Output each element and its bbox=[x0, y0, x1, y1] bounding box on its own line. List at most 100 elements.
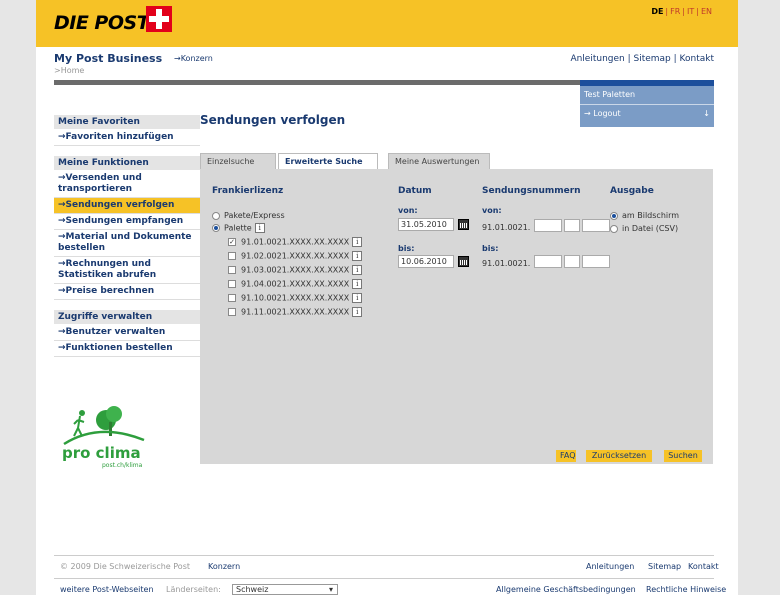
lang-it[interactable]: IT bbox=[687, 7, 694, 16]
reset-button[interactable]: Zurücksetzen bbox=[586, 450, 652, 462]
lang-fr[interactable]: FR bbox=[670, 7, 680, 16]
licence-checkbox[interactable] bbox=[228, 308, 236, 316]
link-kontakt[interactable]: Kontakt bbox=[680, 54, 714, 64]
nr-to-prefix: 91.01.0021. bbox=[482, 259, 531, 268]
nr-from-input-2[interactable] bbox=[564, 219, 580, 232]
licence-row[interactable]: 91.10.0021.XXXX.XX.XXXX i bbox=[228, 293, 363, 303]
sidebar-item-sendungen-verfolgen[interactable]: →Sendungen verfolgen bbox=[54, 198, 200, 214]
brand-title[interactable]: My Post Business bbox=[54, 52, 162, 65]
footer-konzern[interactable]: Konzern bbox=[208, 562, 240, 571]
swiss-cross-logo-icon bbox=[146, 6, 172, 32]
tab-erweiterte-suche[interactable]: Erweiterte Suche bbox=[278, 153, 378, 170]
radio-pakete[interactable] bbox=[212, 211, 220, 220]
licence-checkbox[interactable] bbox=[228, 266, 236, 274]
date-from-input[interactable]: 31.05.2010 bbox=[398, 218, 454, 231]
licence-row[interactable]: 91.04.0021.XXXX.XX.XXXX i bbox=[228, 279, 363, 289]
info-icon[interactable]: i bbox=[254, 223, 265, 233]
lang-en[interactable]: EN bbox=[701, 7, 712, 16]
footer-sitemap[interactable]: Sitemap bbox=[648, 562, 681, 571]
chevron-down-icon: ▾ bbox=[328, 585, 333, 594]
licence-checkbox[interactable] bbox=[228, 280, 236, 288]
footer-laenderseiten-label: Länderseiten: bbox=[166, 585, 221, 594]
ausgabe-datei-row[interactable]: in Datei (CSV) bbox=[610, 224, 678, 233]
licence-row[interactable]: ✓ 91.01.0021.XXXX.XX.XXXX i bbox=[228, 237, 363, 247]
link-anleitungen[interactable]: Anleitungen bbox=[570, 54, 624, 64]
sidebar: Meine Favoriten →Favoriten hinzufügen Me… bbox=[54, 115, 200, 357]
licence-checkbox[interactable]: ✓ bbox=[228, 238, 236, 246]
radio-palette-row[interactable]: Palette i bbox=[212, 223, 265, 233]
lang-de[interactable]: DE bbox=[651, 7, 663, 16]
tab-meine-auswertungen[interactable]: Meine Auswertungen bbox=[388, 153, 490, 169]
footer-anleitungen[interactable]: Anleitungen bbox=[586, 562, 634, 571]
info-icon[interactable]: i bbox=[352, 279, 363, 289]
country-value: Schweiz bbox=[236, 585, 269, 594]
info-icon[interactable]: i bbox=[352, 307, 363, 317]
ausgabe-datei-label: in Datei (CSV) bbox=[622, 224, 679, 233]
radio-pakete-label: Pakete/Express bbox=[224, 211, 285, 220]
search-button[interactable]: Suchen bbox=[664, 450, 702, 462]
ausgabe-bildschirm-row[interactable]: am Bildschirm bbox=[610, 211, 679, 220]
pro-clima-text: pro clima bbox=[62, 444, 141, 462]
footer-kontakt[interactable]: Kontakt bbox=[688, 562, 719, 571]
radio-palette[interactable] bbox=[212, 224, 220, 232]
ausgabe-bildschirm-label: am Bildschirm bbox=[622, 211, 680, 220]
radio-pakete-row[interactable]: Pakete/Express bbox=[212, 211, 285, 220]
konzern-link[interactable]: →Konzern bbox=[174, 54, 213, 63]
sidebar-item-benutzer[interactable]: →Benutzer verwalten bbox=[54, 325, 200, 341]
sidebar-item-material[interactable]: →Material und Dokumente bestellen bbox=[54, 230, 200, 257]
radio-bildschirm[interactable] bbox=[610, 211, 618, 220]
user-name: Test Paletten bbox=[580, 86, 714, 102]
date-to-input[interactable]: 10.06.2010 bbox=[398, 255, 454, 268]
licence-checkbox[interactable] bbox=[228, 252, 236, 260]
info-icon[interactable]: i bbox=[352, 237, 363, 247]
nr-from-input-3[interactable] bbox=[582, 219, 610, 232]
faq-button[interactable]: FAQ bbox=[556, 450, 576, 462]
sidebar-head-funktionen: Meine Funktionen bbox=[54, 156, 200, 170]
licence-label: 91.03.0021.XXXX.XX.XXXX bbox=[241, 265, 350, 275]
link-sitemap[interactable]: Sitemap bbox=[634, 54, 671, 64]
nr-to-input-1[interactable] bbox=[534, 255, 562, 268]
pro-clima-url: post.ch/klima bbox=[102, 462, 143, 469]
post-logo[interactable]: DIE POST bbox=[54, 12, 150, 34]
sidebar-item-sendungen-empfangen[interactable]: →Sendungen empfangen bbox=[54, 214, 200, 230]
footer-copyright: © 2009 Die Schweizerische Post bbox=[60, 562, 190, 571]
pro-clima-logo[interactable]: pro clima post.ch/klima bbox=[54, 400, 164, 470]
radio-palette-label: Palette bbox=[224, 223, 252, 233]
footer-weitere[interactable]: weitere Post-Webseiten bbox=[60, 585, 154, 594]
nr-to-input-3[interactable] bbox=[582, 255, 610, 268]
licence-row[interactable]: 91.03.0021.XXXX.XX.XXXX i bbox=[228, 265, 363, 275]
nr-to-input-2[interactable] bbox=[564, 255, 580, 268]
licence-checkbox[interactable] bbox=[228, 294, 236, 302]
licence-label: 91.11.0021.XXXX.XX.XXXX bbox=[241, 307, 350, 317]
info-icon[interactable]: i bbox=[352, 265, 363, 275]
licence-row[interactable]: 91.11.0021.XXXX.XX.XXXX i bbox=[228, 307, 363, 317]
frankierlizenz-heading: Frankierlizenz bbox=[212, 186, 284, 196]
footer-divider bbox=[54, 578, 714, 579]
sidebar-item-funktionen-bestellen[interactable]: →Funktionen bestellen bbox=[54, 341, 200, 357]
country-select[interactable]: Schweiz ▾ bbox=[232, 584, 338, 595]
user-name-text: Test Paletten bbox=[584, 89, 636, 99]
info-icon[interactable]: i bbox=[352, 251, 363, 261]
nr-from-input-1[interactable] bbox=[534, 219, 562, 232]
calendar-icon[interactable] bbox=[458, 219, 469, 230]
licence-row[interactable]: 91.02.0021.XXXX.XX.XXXX i bbox=[228, 251, 363, 261]
info-icon[interactable]: i bbox=[352, 293, 363, 303]
divider-bar bbox=[54, 80, 580, 85]
datum-heading: Datum bbox=[398, 186, 432, 196]
tab-einzelsuche[interactable]: Einzelsuche bbox=[200, 153, 276, 169]
sidebar-item-rechnungen[interactable]: →Rechnungen und Statistiken abrufen bbox=[54, 257, 200, 284]
sidebar-item-favoriten-hinzufuegen[interactable]: →Favoriten hinzufügen bbox=[54, 130, 200, 146]
arrow-down-icon: ↓ bbox=[703, 108, 710, 118]
nr-von-label: von: bbox=[482, 206, 502, 215]
radio-datei[interactable] bbox=[610, 224, 618, 233]
calendar-icon[interactable] bbox=[458, 256, 469, 267]
search-panel: Frankierlizenz Pakete/Express Palette i ✓… bbox=[200, 169, 713, 464]
sidebar-item-versenden[interactable]: →Versenden und transportieren bbox=[54, 171, 200, 198]
logout-link[interactable]: → Logout ↓ bbox=[580, 105, 714, 121]
datum-bis-label: bis: bbox=[398, 244, 415, 253]
breadcrumb-home[interactable]: >Home bbox=[54, 66, 84, 75]
licence-label: 91.04.0021.XXXX.XX.XXXX bbox=[241, 279, 350, 289]
footer-rechtlich[interactable]: Rechtliche Hinweise bbox=[646, 585, 726, 594]
sidebar-item-preise[interactable]: →Preise berechnen bbox=[54, 284, 200, 300]
footer-agb[interactable]: Allgemeine Geschäftsbedingungen bbox=[496, 585, 636, 594]
